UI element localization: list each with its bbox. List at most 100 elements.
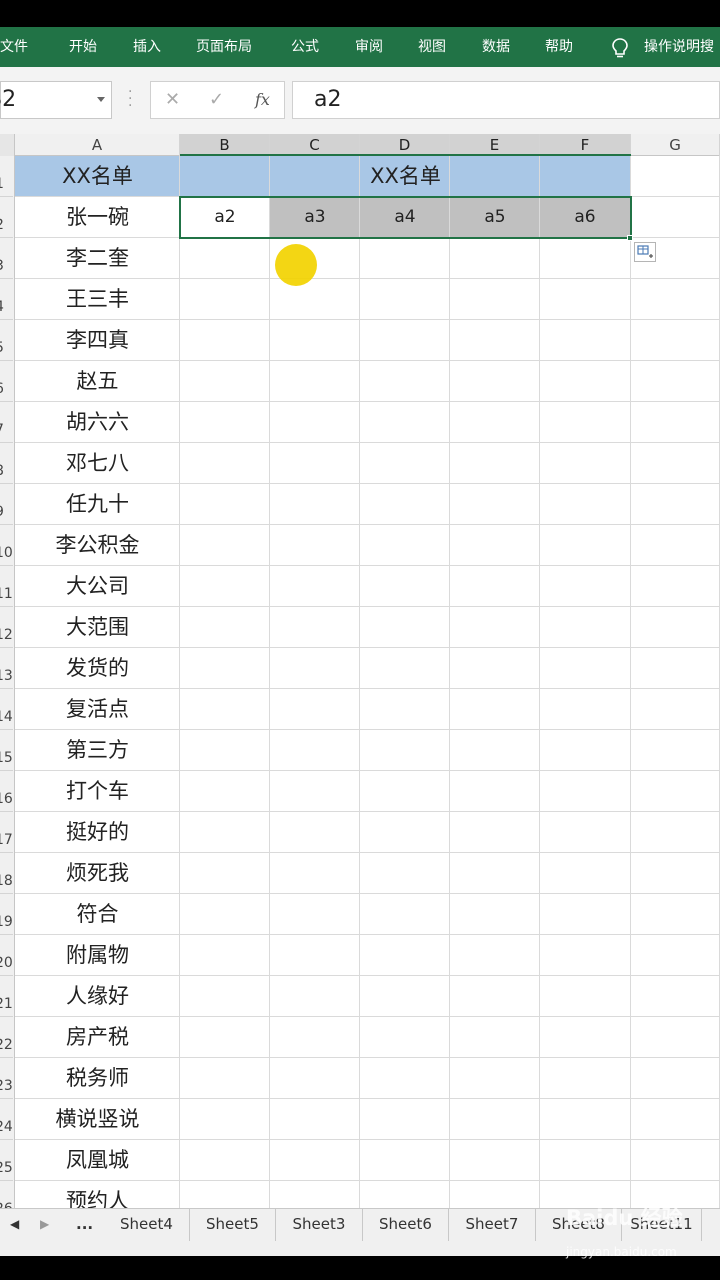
tab-formulas[interactable]: 公式: [291, 27, 319, 67]
tab-review[interactable]: 审阅: [355, 27, 383, 67]
name-cell[interactable]: 张一碗: [15, 197, 180, 238]
row-header[interactable]: 1: [0, 156, 13, 197]
cell-a1[interactable]: XX名单: [15, 156, 180, 197]
tab-help[interactable]: 帮助: [545, 27, 573, 67]
name-cell[interactable]: 烦死我: [15, 853, 180, 894]
column-header-e[interactable]: E: [450, 134, 540, 156]
prev-sheet-icon[interactable]: ◀: [10, 1217, 19, 1231]
tab-page-layout[interactable]: 页面布局: [196, 27, 252, 67]
name-cell[interactable]: 大范围: [15, 607, 180, 648]
row-header[interactable]: 3: [0, 238, 13, 279]
enter-check-icon[interactable]: ✓: [209, 82, 224, 118]
row-number: 6: [0, 381, 4, 397]
tab-file[interactable]: 文件: [0, 27, 28, 67]
row-header[interactable]: 2: [0, 197, 13, 238]
name-cell[interactable]: 房产税: [15, 1017, 180, 1058]
row-header[interactable]: 24: [0, 1099, 13, 1140]
more-sheets-button[interactable]: ...: [76, 1215, 93, 1233]
formula-bar-area: B2 ··· ✕ ✓ fx a2: [0, 67, 720, 134]
worksheet-grid[interactable]: A B C D E F G 12345678910111213141516171…: [0, 134, 720, 1208]
row-header[interactable]: 6: [0, 361, 13, 402]
row-header[interactable]: 17: [0, 812, 13, 853]
name-cell[interactable]: 税务师: [15, 1058, 180, 1099]
lightbulb-icon[interactable]: [611, 37, 629, 59]
name-cell[interactable]: 预约人: [15, 1181, 180, 1208]
cell-area[interactable]: XX名单 XX名单 张一碗 李二奎 王三丰 李四真 赵五 胡六六 邓七八 任九十 李公积金 大公司 大范…: [15, 156, 720, 1208]
row-header[interactable]: 11: [0, 566, 13, 607]
column-header-f[interactable]: F: [540, 134, 631, 156]
row-header[interactable]: 5: [0, 320, 13, 361]
tab-data[interactable]: 数据: [482, 27, 510, 67]
row-header[interactable]: 16: [0, 771, 13, 812]
name-cell[interactable]: 邓七八: [15, 443, 180, 484]
tell-me-search[interactable]: 操作说明搜: [644, 27, 714, 67]
row-header[interactable]: 25: [0, 1140, 13, 1181]
row-number: 1: [0, 176, 4, 192]
row-number: 21: [0, 996, 13, 1012]
next-sheet-icon[interactable]: ▶: [40, 1217, 49, 1231]
name-cell[interactable]: 横说竖说: [15, 1099, 180, 1140]
name-box[interactable]: B2: [0, 81, 112, 119]
name-cell[interactable]: 挺好的: [15, 812, 180, 853]
row-header[interactable]: 15: [0, 730, 13, 771]
row-header[interactable]: 8: [0, 443, 13, 484]
name-cell[interactable]: 复活点: [15, 689, 180, 730]
row-header[interactable]: 4: [0, 279, 13, 320]
name-cell[interactable]: 发货的: [15, 648, 180, 689]
tab-insert[interactable]: 插入: [133, 27, 161, 67]
name-cell[interactable]: 附属物: [15, 935, 180, 976]
formula-input[interactable]: a2: [292, 81, 720, 119]
name-cell[interactable]: 李公积金: [15, 525, 180, 566]
row-header[interactable]: 7: [0, 402, 13, 443]
name-cell[interactable]: 王三丰: [15, 279, 180, 320]
sheet-tab[interactable]: Sheet7: [449, 1209, 536, 1241]
name-cell[interactable]: 任九十: [15, 484, 180, 525]
row-header[interactable]: 21: [0, 976, 13, 1017]
insert-function-icon[interactable]: fx: [255, 82, 270, 118]
row-header[interactable]: 10: [0, 525, 13, 566]
row-header[interactable]: 22: [0, 1017, 13, 1058]
gridline: [539, 156, 540, 1208]
name-cell[interactable]: 凤凰城: [15, 1140, 180, 1181]
row-number: 18: [0, 873, 13, 889]
row-header[interactable]: 18: [0, 853, 13, 894]
sheet-tab[interactable]: Sheet6: [363, 1209, 449, 1241]
name-cell[interactable]: 打个车: [15, 771, 180, 812]
chevron-down-icon[interactable]: [97, 97, 105, 102]
name-cell[interactable]: 胡六六: [15, 402, 180, 443]
name-cell[interactable]: 符合: [15, 894, 180, 935]
column-header-a[interactable]: A: [15, 134, 180, 156]
drag-handle-icon[interactable]: · · ·: [128, 85, 132, 113]
name-cell[interactable]: 大公司: [15, 566, 180, 607]
column-header-b[interactable]: B: [180, 134, 270, 156]
gridline: [449, 156, 450, 1208]
fill-handle[interactable]: [627, 235, 633, 241]
row-header[interactable]: 14: [0, 689, 13, 730]
name-cell[interactable]: 李二奎: [15, 238, 180, 279]
row-header[interactable]: 26: [0, 1181, 13, 1208]
row-header[interactable]: 9: [0, 484, 13, 525]
sheet-tab[interactable]: Sheet5: [190, 1209, 276, 1241]
name-cell[interactable]: 人缘好: [15, 976, 180, 1017]
quick-analysis-icon[interactable]: [634, 242, 656, 262]
name-cell[interactable]: 赵五: [15, 361, 180, 402]
tab-home[interactable]: 开始: [69, 27, 97, 67]
select-all-corner[interactable]: [0, 134, 15, 156]
row-header[interactable]: 20: [0, 935, 13, 976]
sheet-tab[interactable]: Sheet3: [276, 1209, 363, 1241]
formula-buttons: ✕ ✓ fx: [150, 81, 285, 119]
row-header[interactable]: 12: [0, 607, 13, 648]
row-header[interactable]: 19: [0, 894, 13, 935]
row-header[interactable]: 13: [0, 648, 13, 689]
sheet-tab[interactable]: Sheet4: [104, 1209, 190, 1241]
column-header-d[interactable]: D: [360, 134, 450, 156]
cancel-icon[interactable]: ✕: [165, 82, 180, 118]
row-number: 12: [0, 627, 13, 643]
row-header[interactable]: 23: [0, 1058, 13, 1099]
column-header-g[interactable]: G: [631, 134, 720, 156]
name-cell[interactable]: 李四真: [15, 320, 180, 361]
name-cell[interactable]: 第三方: [15, 730, 180, 771]
column-header-c[interactable]: C: [270, 134, 360, 156]
merged-cell-b1-f1[interactable]: XX名单: [180, 156, 631, 197]
tab-view[interactable]: 视图: [418, 27, 446, 67]
